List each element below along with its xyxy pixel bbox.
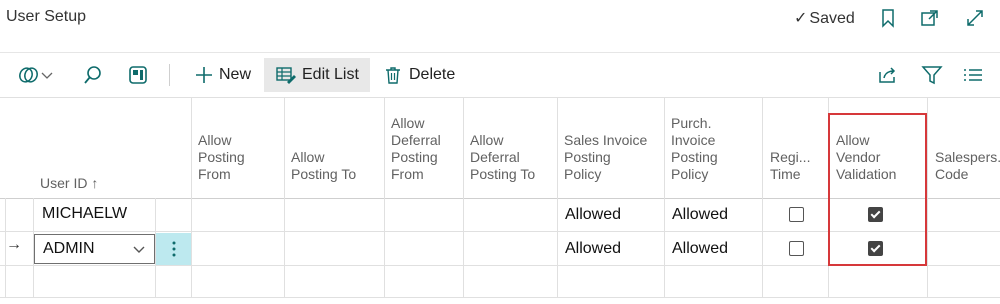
column-header-user-id[interactable]: User ID ↑ [40,124,150,192]
register-time-checkbox[interactable] [789,241,804,256]
column-divider [927,97,928,298]
highlight-box [828,113,927,266]
user-id-value: ADMIN [43,240,95,257]
trash-icon [386,67,400,84]
column-divider [284,97,285,298]
list-view-button[interactable] [962,58,984,92]
filter-button[interactable] [921,58,943,92]
new-button[interactable]: New [193,58,251,92]
column-divider [384,97,385,298]
edit-list-icon [276,67,296,84]
column-divider [664,97,665,298]
purch-invoice-posting-policy-cell[interactable]: Allowed [672,240,728,258]
row-actions-button[interactable] [156,233,191,265]
page-layout-button[interactable] [127,58,149,92]
purch-invoice-posting-policy-cell[interactable]: Allowed [672,206,728,224]
column-header-sales-invoice-posting-policy[interactable]: Sales Invoice Posting Policy [564,115,662,183]
share-icon [879,67,896,83]
register-time-checkbox[interactable] [789,207,804,222]
new-label: New [219,66,252,83]
saved-label: Saved [809,10,855,27]
open-new-window-icon[interactable] [920,8,940,28]
header-divider [0,52,1000,53]
column-header-allow-posting-to[interactable]: Allow Posting To [291,115,381,183]
filter-icon [921,66,943,85]
list-icon [964,69,982,81]
delete-button[interactable]: Delete [383,58,455,92]
share-button[interactable] [877,58,899,92]
copilot-menu-button[interactable] [18,58,54,92]
copilot-icon [19,67,38,83]
column-divider [557,97,558,298]
column-header-allow-deferral-posting-from[interactable]: Allow Deferral Posting From [391,115,461,183]
toolbar-divider [169,64,170,86]
search-button[interactable] [82,58,104,92]
user-id-select[interactable]: ADMIN [34,234,155,264]
sales-invoice-posting-policy-cell[interactable]: Allowed [565,206,621,224]
page-title: User Setup [6,8,87,25]
saved-status: ✓ Saved [794,8,855,28]
column-divider [762,97,763,298]
bookmark-icon[interactable] [878,8,898,28]
column-header-allow-deferral-posting-to[interactable]: Allow Deferral Posting To [470,115,555,183]
search-icon [84,66,101,84]
current-row-arrow-icon: → [6,236,22,253]
edit-list-button[interactable]: Edit List [264,58,370,92]
grid-top-border [0,97,1000,98]
chevron-down-icon [41,72,53,79]
checkmark-icon: ✓ [794,10,808,27]
expand-icon[interactable] [965,8,985,28]
column-header-allow-posting-from[interactable]: Allow Posting From [198,115,282,183]
layout-icon [129,66,147,84]
column-divider [463,97,464,298]
column-header-purch-invoice-posting-policy[interactable]: Purch. Invoice Posting Policy [671,115,759,183]
row-divider [0,297,1000,298]
sales-invoice-posting-policy-cell[interactable]: Allowed [565,240,621,258]
chevron-down-icon[interactable] [132,244,146,256]
column-header-register-time[interactable]: Regi... Time [770,115,826,183]
column-divider [191,97,192,298]
delete-label: Delete [409,66,456,83]
edit-list-label: Edit List [302,66,359,83]
column-header-salespers-code[interactable]: Salespers. Code [935,115,1000,183]
user-id-cell[interactable]: MICHAELW [42,205,127,223]
plus-icon [196,67,212,83]
more-options-icon [172,241,176,257]
